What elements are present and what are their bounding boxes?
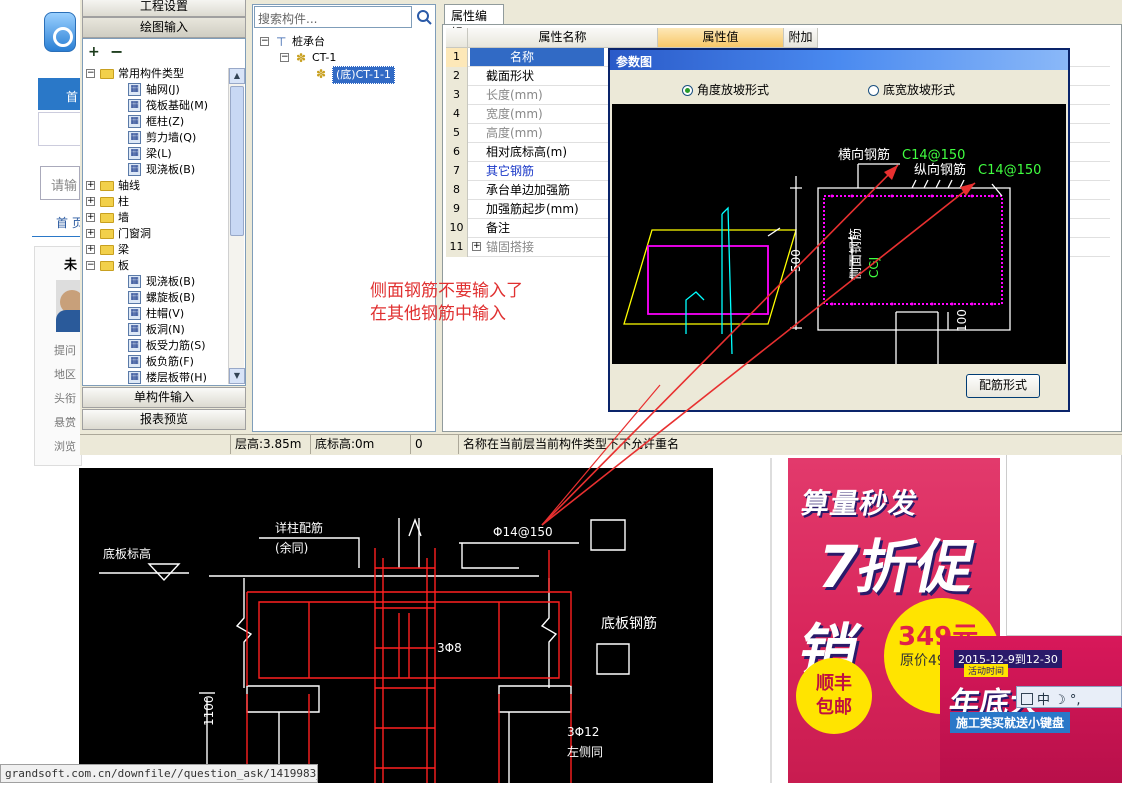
- arrow-shaft: [541, 384, 661, 526]
- arrow-to-longitudinal: [541, 182, 976, 526]
- arrow-to-transverse: [541, 164, 899, 526]
- annotation-arrows: [541, 164, 976, 526]
